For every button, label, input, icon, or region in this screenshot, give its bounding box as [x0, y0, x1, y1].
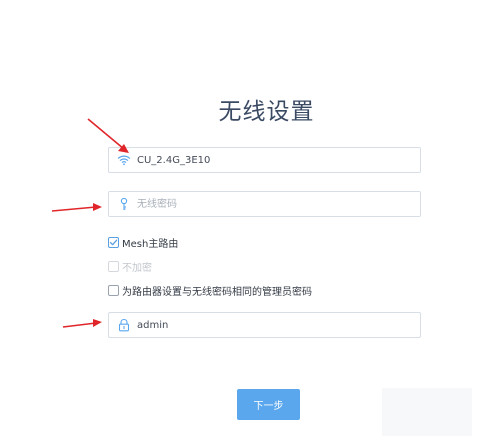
mesh-checkbox[interactable] — [108, 236, 119, 248]
same-admin-password-checkbox-row[interactable]: 为路由器设置与无线密码相同的管理员密码 — [108, 283, 312, 298]
no-encryption-checkbox — [108, 260, 119, 272]
key-icon — [120, 197, 128, 210]
annotation-arrows — [51, 118, 129, 328]
same-admin-password-checkbox[interactable] — [108, 284, 119, 296]
wifi-password-input[interactable] — [137, 195, 407, 213]
ssid-input[interactable] — [137, 151, 407, 169]
same-admin-password-checkbox-label: 为路由器设置与无线密码相同的管理员密码 — [122, 286, 312, 298]
annotation-arrow-wifi-password — [51, 203, 102, 212]
annotation-arrow-admin-password — [62, 319, 102, 328]
wifi-icon — [117, 155, 131, 166]
mesh-checkbox-row[interactable]: Mesh主路由 — [108, 235, 179, 250]
page-title: 无线设置 — [218, 99, 315, 125]
ssid-field[interactable] — [108, 147, 421, 173]
wifi-password-field[interactable] — [108, 191, 421, 217]
admin-password-field[interactable] — [108, 312, 421, 338]
checkmark-icon — [109, 239, 118, 245]
no-encryption-checkbox-row: 不加密 — [108, 259, 152, 274]
next-button[interactable]: 下一步 — [237, 389, 300, 420]
no-encryption-checkbox-label: 不加密 — [122, 262, 152, 274]
background-patch — [382, 388, 472, 436]
admin-password-input[interactable] — [137, 316, 407, 334]
lock-icon — [118, 318, 130, 332]
mesh-checkbox-label: Mesh主路由 — [122, 238, 179, 250]
